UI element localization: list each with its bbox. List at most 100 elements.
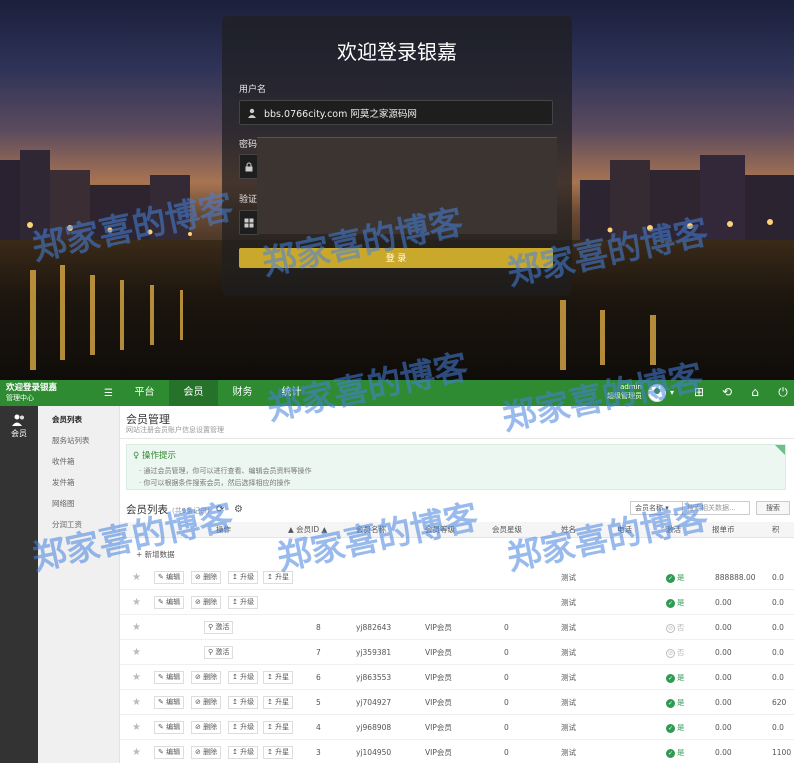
tips-title: ♀ 操作提示 [133, 451, 176, 461]
search-button[interactable]: 搜索 [756, 501, 790, 515]
subnav-item-outbox[interactable]: 发件箱 [52, 477, 75, 488]
chevron-down-icon[interactable]: ▾ [670, 388, 674, 397]
activate-button[interactable]: ⚲ 激活 [204, 646, 234, 659]
member-name: yj104950 [356, 748, 392, 757]
col-stars[interactable]: 会员星级 [492, 522, 522, 538]
collapse-icon[interactable] [775, 445, 785, 455]
hamburger-icon[interactable]: ☰ [104, 388, 113, 399]
delete-button[interactable]: ⊘ 删除 [191, 746, 222, 759]
delete-button[interactable]: ⊘ 删除 [191, 571, 222, 584]
favorite-star-icon[interactable]: ★ [132, 647, 141, 658]
password-label: 密码 [239, 140, 258, 150]
tab-platform[interactable]: 平台 [120, 380, 169, 406]
search-field-select[interactable]: 会员名称 ▾ [630, 501, 686, 515]
check-circle-icon: ✓ [666, 698, 675, 708]
search-input[interactable]: 搜索相关数据... [682, 501, 750, 515]
tip-line: · 通过会员管理，你可以进行查看、编辑会员资料等操作 [139, 467, 312, 475]
upgrade-button[interactable]: ↥ 升级 [228, 596, 259, 609]
favorite-star-icon[interactable]: ★ [132, 622, 141, 633]
login-button[interactable]: 登 录 [239, 248, 553, 268]
subnav-item-inbox[interactable]: 收件箱 [52, 456, 75, 467]
clear-cache-icon[interactable]: ⟲ [720, 385, 734, 399]
star-up-button[interactable]: ↥ 升星 [263, 721, 294, 734]
star-up-button[interactable]: ↥ 升星 [263, 571, 294, 584]
favorite-star-icon[interactable]: ★ [132, 747, 141, 758]
favorite-star-icon[interactable]: ★ [132, 672, 141, 683]
member-stars: 0 [504, 673, 509, 682]
tab-stats[interactable]: 统计 [267, 380, 316, 406]
member-realname: 测试 [561, 623, 576, 632]
edit-button[interactable]: ✎ 编辑 [154, 571, 185, 584]
col-name[interactable]: 会员名称 [356, 522, 386, 538]
sub-navigation: 会员列表 服务站列表 收件箱 发件箱 网络图 分润工资 [38, 406, 120, 763]
avatar[interactable] [648, 384, 666, 402]
active-status: ✓ 是 [666, 748, 685, 758]
edit-button[interactable]: ✎ 编辑 [154, 721, 185, 734]
captcha-input[interactable] [239, 210, 259, 235]
favorite-star-icon[interactable]: ★ [132, 722, 141, 733]
col-level[interactable]: 会员等级 [425, 522, 455, 538]
subnav-item-salary[interactable]: 分润工资 [52, 519, 82, 530]
delete-button[interactable]: ⊘ 删除 [191, 721, 222, 734]
upgrade-button[interactable]: ↥ 升级 [228, 746, 259, 759]
upgrade-button[interactable]: ↥ 升级 [228, 671, 259, 684]
member-stars: 0 [504, 748, 509, 757]
edit-button[interactable]: ✎ 编辑 [154, 696, 185, 709]
col-realname[interactable]: 姓名 [561, 522, 576, 538]
member-realname: 测试 [561, 673, 576, 682]
add-member-button[interactable]: + 新增数据 [136, 549, 175, 560]
delete-button[interactable]: ⊘ 删除 [191, 696, 222, 709]
tip-line: · 你可以根据条件搜索会员，然后选择相应的操作 [139, 479, 291, 487]
edit-button[interactable]: ✎ 编辑 [154, 596, 185, 609]
home-icon[interactable]: ⌂ [748, 385, 762, 399]
upgrade-button[interactable]: ↥ 升级 [228, 696, 259, 709]
table-row: ★ ⚲ 激活 8 yj882643 VIP会员 0 测试 ⊘ 否 0.00 0.0 [120, 615, 794, 640]
check-circle-icon: ✓ [666, 598, 675, 608]
favorite-star-icon[interactable]: ★ [132, 597, 141, 608]
col-extra[interactable]: 积 [772, 522, 780, 538]
captcha-label: 验证 [239, 195, 258, 205]
brand-title: 欢迎登录银嘉 [6, 383, 58, 393]
star-up-button[interactable]: ↥ 升星 [263, 746, 294, 759]
col-id[interactable]: ▲ 会员ID ▲ [288, 522, 327, 538]
member-extra: 0.0 [772, 573, 784, 582]
member-stars: 0 [504, 698, 509, 707]
table-row: ★ ✎ 编辑 ⊘ 删除 ↥ 升级 ↥ 升星 4 yj968908 VIP会员 0 测试 ✓ 是 0.00… [120, 715, 794, 740]
delete-button[interactable]: ⊘ 删除 [191, 671, 222, 684]
activate-button[interactable]: ⚲ 激活 [204, 621, 234, 634]
upgrade-button[interactable]: ↥ 升级 [228, 721, 259, 734]
member-realname: 测试 [561, 598, 576, 607]
member-realname: 测试 [561, 723, 576, 732]
col-coin[interactable]: 报单币 [712, 522, 735, 538]
sitemap-icon[interactable]: ⊞ [692, 385, 706, 399]
star-up-button[interactable]: ↥ 升星 [263, 671, 294, 684]
tab-members[interactable]: 会员 [169, 380, 218, 406]
edit-button[interactable]: ✎ 编辑 [154, 671, 185, 684]
favorite-star-icon[interactable]: ★ [132, 697, 141, 708]
col-active[interactable]: 激活 [666, 522, 681, 538]
refresh-icon[interactable]: ⟳ [216, 504, 224, 515]
favorite-star-icon[interactable]: ★ [132, 572, 141, 583]
delete-button[interactable]: ⊘ 删除 [191, 596, 222, 609]
rail-item-members[interactable]: 会员 [0, 414, 38, 439]
subnav-item-network[interactable]: 网络图 [52, 498, 75, 509]
gear-icon[interactable]: ⚙ [234, 504, 243, 515]
edit-button[interactable]: ✎ 编辑 [154, 746, 185, 759]
member-name: yj863553 [356, 673, 392, 682]
active-status: ✓ 是 [666, 598, 685, 608]
subnav-item-member-list[interactable]: 会员列表 [52, 414, 82, 425]
password-input[interactable] [239, 154, 259, 179]
member-level: VIP会员 [425, 748, 452, 757]
upgrade-button[interactable]: ↥ 升级 [228, 571, 259, 584]
username-input[interactable]: bbs.0766city.com 阿莫之家源码网 [239, 100, 553, 125]
star-up-button[interactable]: ↥ 升星 [263, 696, 294, 709]
tips-panel: ♀ 操作提示 · 通过会员管理，你可以进行查看、编辑会员资料等操作 · 你可以根… [126, 444, 786, 490]
col-phone[interactable]: 电话 [617, 522, 632, 538]
grid-icon [244, 217, 254, 229]
subnav-item-service-stations[interactable]: 服务站列表 [52, 435, 90, 446]
member-name: yj968908 [356, 723, 392, 732]
username-value: bbs.0766city.com 阿莫之家源码网 [264, 108, 417, 120]
main-content: 会员管理 网站注册会员账户信息设置管理 ♀ 操作提示 · 通过会员管理，你可以进… [120, 406, 794, 763]
tab-finance[interactable]: 财务 [218, 380, 267, 406]
power-icon[interactable]: ⏻ [776, 385, 790, 399]
